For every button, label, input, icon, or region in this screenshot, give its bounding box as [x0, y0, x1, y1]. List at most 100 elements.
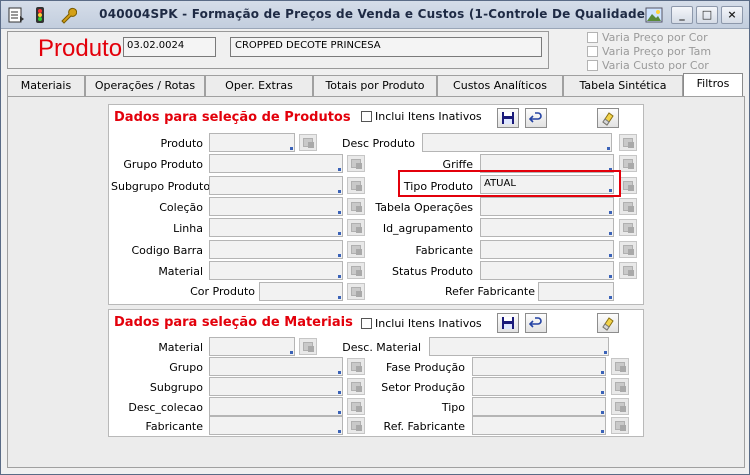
field-mat-subgrupo[interactable] [209, 377, 343, 396]
field-mat-desc-colecao[interactable] [209, 397, 343, 416]
label-produto: Produto [160, 137, 203, 150]
field-refer-fabricante[interactable] [538, 282, 614, 301]
lookup-icon[interactable] [619, 198, 637, 215]
field-mat-material[interactable] [209, 337, 295, 356]
title-bar: 040004SPK - Formação de Preços de Venda … [1, 1, 749, 29]
label-subgrupo-produto: Subgrupo Produto [111, 180, 211, 193]
lookup-icon[interactable] [619, 155, 637, 172]
window-title: 040004SPK - Formação de Preços de Venda … [99, 7, 651, 21]
varia-preco-cor-checkbox[interactable]: Varia Preço por Cor [587, 31, 708, 44]
varia-preco-tam-label: Varia Preço por Tam [602, 45, 712, 58]
field-tabela-operacoes[interactable] [480, 197, 614, 216]
label-mat-fase-producao: Fase Produção [386, 361, 465, 374]
field-mat-grupo[interactable] [209, 357, 343, 376]
field-subgrupo-produto[interactable] [209, 176, 343, 195]
materiais-panel-title: Dados para seleção de Materiais [114, 315, 353, 330]
tab-strip: Materiais Operações / Rotas Oper. Extras… [7, 73, 745, 96]
lookup-icon[interactable] [619, 219, 637, 236]
tab-tabela-sintetica[interactable]: Tabela Sintética [563, 75, 683, 96]
label-mat-ref-fabricante: Ref. Fabricante [383, 420, 465, 433]
tab-operacoes-rotas[interactable]: Operações / Rotas [85, 75, 205, 96]
field-material[interactable] [209, 261, 343, 280]
tab-filtros[interactable]: Filtros [683, 73, 743, 96]
eraser-icon[interactable] [597, 313, 619, 333]
product-code-field[interactable]: 03.02.0024 [123, 37, 216, 57]
lookup-icon[interactable] [611, 398, 629, 415]
lookup-icon[interactable] [347, 177, 365, 194]
tab-custos-analiticos[interactable]: Custos Analíticos [437, 75, 563, 96]
field-mat-desc-material[interactable] [429, 337, 609, 356]
field-status-produto[interactable] [480, 261, 614, 280]
field-colecao[interactable] [209, 197, 343, 216]
field-grupo-produto[interactable] [209, 154, 343, 173]
save-icon[interactable] [497, 108, 519, 128]
lookup-icon[interactable] [347, 155, 365, 172]
produtos-inativos-label: Inclui Itens Inativos [375, 110, 482, 123]
lookup-icon[interactable] [611, 378, 629, 395]
product-description-field[interactable]: CROPPED DECOTE PRINCESA [230, 37, 542, 57]
tab-oper-extras[interactable]: Oper. Extras [205, 75, 313, 96]
main-window: 040004SPK - Formação de Preços de Venda … [0, 0, 750, 475]
field-linha[interactable] [209, 218, 343, 237]
maximize-button[interactable]: □ [696, 6, 718, 24]
label-refer-fabricante: Refer Fabricante [444, 285, 535, 298]
label-mat-grupo: Grupo [169, 361, 203, 374]
label-fabricante: Fabricante [415, 244, 473, 257]
tipo-produto-highlight [398, 170, 621, 197]
tab-materiais[interactable]: Materiais [7, 75, 85, 96]
lookup-icon[interactable] [299, 134, 317, 151]
field-desc-produto[interactable] [422, 133, 612, 152]
label-status-produto: Status Produto [392, 265, 473, 278]
lookup-icon[interactable] [611, 358, 629, 375]
field-mat-fase-producao[interactable] [472, 357, 606, 376]
label-cor-produto: Cor Produto [190, 285, 255, 298]
label-mat-desc-colecao: Desc_colecao [128, 401, 203, 414]
field-mat-fabricante[interactable] [209, 416, 343, 435]
lookup-icon[interactable] [299, 338, 317, 355]
label-mat-tipo: Tipo [441, 401, 465, 414]
field-produto[interactable] [209, 133, 295, 152]
tab-totais-produto[interactable]: Totais por Produto [313, 75, 437, 96]
save-icon[interactable] [497, 313, 519, 333]
varia-preco-tam-checkbox[interactable]: Varia Preço por Tam [587, 45, 711, 58]
label-mat-material: Material [158, 341, 203, 354]
lookup-icon[interactable] [619, 177, 637, 194]
field-mat-tipo[interactable] [472, 397, 606, 416]
varia-custo-cor-checkbox[interactable]: Varia Custo por Cor [587, 59, 709, 72]
undo-icon[interactable] [525, 108, 547, 128]
product-header: Produto 03.02.0024 CROPPED DECOTE PRINCE… [7, 31, 549, 69]
undo-icon[interactable] [525, 313, 547, 333]
label-grupo-produto: Grupo Produto [123, 158, 203, 171]
label-mat-setor-producao: Setor Produção [381, 381, 465, 394]
field-mat-setor-producao[interactable] [472, 377, 606, 396]
label-codigo-barra: Codigo Barra [131, 244, 203, 257]
produto-label: Produto [38, 35, 123, 62]
label-tabela-operacoes: Tabela Operações [375, 201, 473, 214]
label-desc-produto: Desc Produto [342, 137, 415, 150]
label-colecao: Coleção [159, 201, 203, 214]
field-cor-produto[interactable] [259, 282, 343, 301]
field-mat-ref-fabricante[interactable] [472, 416, 606, 435]
image-icon[interactable] [645, 6, 663, 24]
lookup-icon[interactable] [619, 241, 637, 258]
label-mat-fabricante: Fabricante [145, 420, 203, 433]
close-button[interactable]: × [721, 6, 743, 24]
materiais-inativos-checkbox[interactable]: Inclui Itens Inativos [361, 317, 482, 330]
minimize-button[interactable]: _ [671, 6, 693, 24]
lookup-icon[interactable] [619, 262, 637, 279]
label-linha: Linha [173, 222, 203, 235]
materiais-inativos-label: Inclui Itens Inativos [375, 317, 482, 330]
field-codigo-barra[interactable] [209, 240, 343, 259]
lookup-icon[interactable] [611, 417, 629, 434]
eraser-icon[interactable] [597, 108, 619, 128]
label-mat-desc-material: Desc. Material [342, 341, 421, 354]
lookup-icon[interactable] [619, 134, 637, 151]
varia-custo-cor-label: Varia Custo por Cor [602, 59, 709, 72]
label-id-agrupamento: Id_agrupamento [382, 222, 473, 235]
lookup-icon[interactable] [347, 283, 365, 300]
produtos-inativos-checkbox[interactable]: Inclui Itens Inativos [361, 110, 482, 123]
label-mat-subgrupo: Subgrupo [149, 381, 203, 394]
field-fabricante[interactable] [480, 240, 614, 259]
label-material: Material [158, 265, 203, 278]
field-id-agrupamento[interactable] [480, 218, 614, 237]
